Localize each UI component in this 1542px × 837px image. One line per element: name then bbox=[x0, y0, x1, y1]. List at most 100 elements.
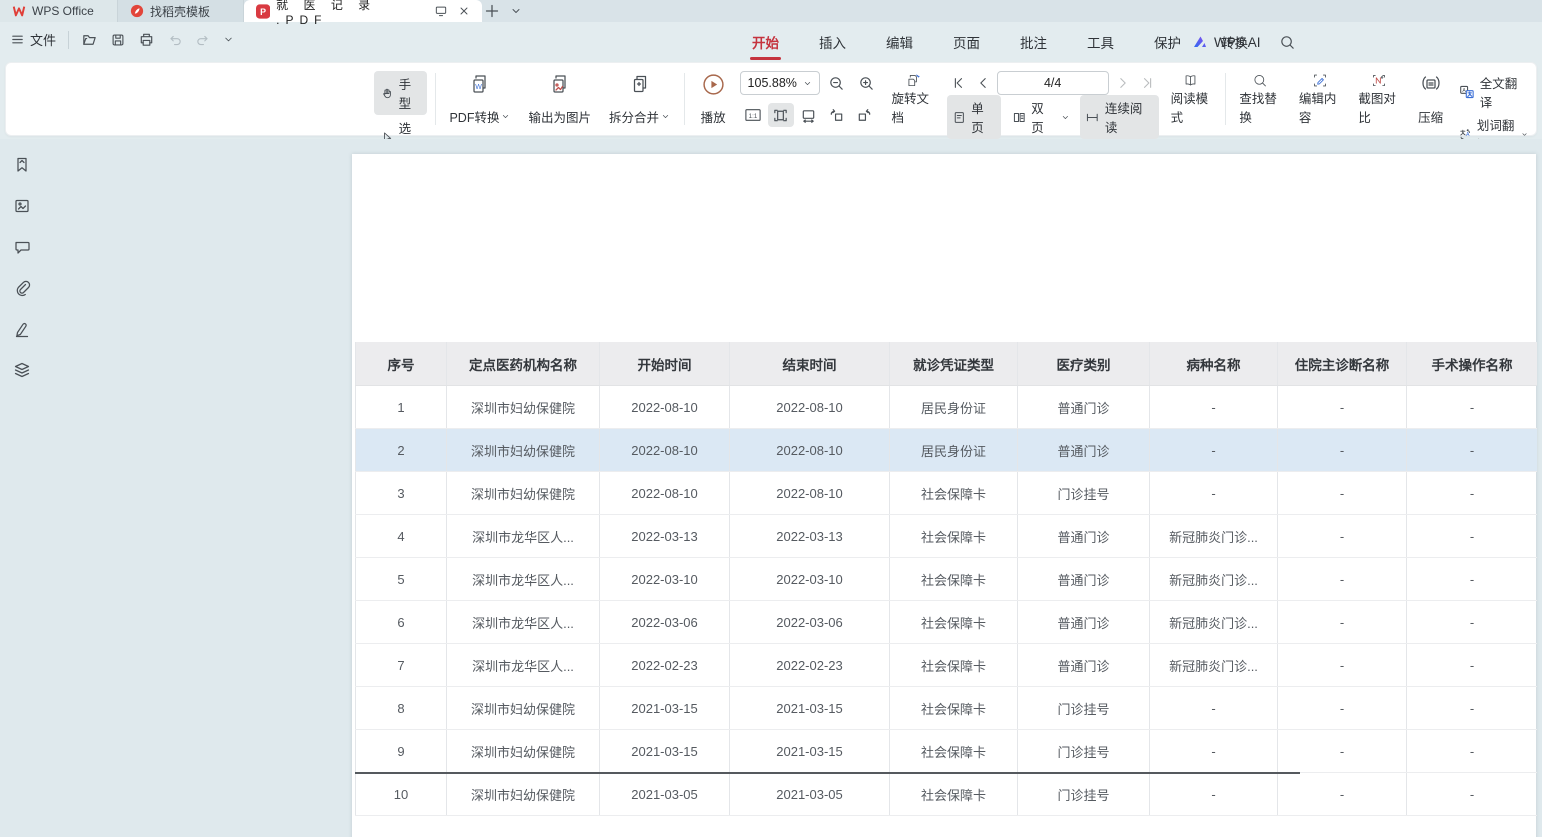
chevron-down-icon[interactable] bbox=[223, 34, 234, 45]
compress-button[interactable]: 压缩 bbox=[1412, 69, 1450, 129]
menu-tab-annotate[interactable]: 批注 bbox=[1000, 22, 1067, 62]
docer-logo-icon bbox=[130, 4, 144, 18]
redo-icon[interactable] bbox=[195, 32, 211, 48]
cell-institution: 深圳市龙华区人... bbox=[447, 558, 600, 600]
zoom-out-button[interactable] bbox=[824, 71, 850, 95]
cell-end-date: 2022-08-10 bbox=[730, 429, 890, 471]
zoom-out-icon bbox=[828, 75, 845, 92]
zoom-level-select[interactable]: 105.88% bbox=[740, 71, 820, 95]
find-replace-button[interactable]: 查找替换 bbox=[1233, 69, 1287, 129]
monitor-icon[interactable] bbox=[434, 4, 448, 18]
cell-end-date: 2022-03-13 bbox=[730, 515, 890, 557]
rotate-right-button[interactable] bbox=[852, 103, 878, 127]
fit-page-icon bbox=[772, 107, 789, 124]
edit-content-button[interactable]: 编辑内容 bbox=[1293, 69, 1347, 129]
column-header: 病种名称 bbox=[1150, 342, 1278, 385]
cell-disease-name: 新冠肺炎门诊... bbox=[1150, 558, 1278, 600]
cell-medical-category: 普通门诊 bbox=[1018, 515, 1150, 557]
actual-size-button[interactable]: 1:1 bbox=[740, 103, 766, 127]
menu-tab-protect[interactable]: 保护 bbox=[1134, 22, 1201, 62]
first-page-button[interactable] bbox=[947, 71, 969, 95]
tab-docer-templates[interactable]: 找稻壳模板 bbox=[118, 0, 244, 22]
screenshot-compare-button[interactable]: 截图对比 bbox=[1352, 69, 1406, 129]
cell-medical-category: 门诊挂号 bbox=[1018, 730, 1150, 772]
cell-institution: 深圳市妇幼保健院 bbox=[447, 730, 600, 772]
table-row: 4 深圳市龙华区人... 2022-03-13 2022-03-13 社会保障卡… bbox=[355, 515, 1537, 558]
cell-end-date: 2021-03-15 bbox=[730, 687, 890, 729]
attachment-paperclip-icon[interactable] bbox=[10, 276, 34, 300]
cell-medical-category: 普通门诊 bbox=[1018, 601, 1150, 643]
layers-icon[interactable] bbox=[10, 358, 34, 382]
tab-list-chevron-icon[interactable] bbox=[510, 5, 522, 17]
bookmark-icon[interactable] bbox=[10, 153, 34, 177]
new-tab-icon[interactable] bbox=[484, 3, 500, 19]
zoom-in-icon bbox=[858, 75, 875, 92]
wps-ai-button[interactable]: WPS AI bbox=[1192, 34, 1261, 50]
cell-institution: 深圳市妇幼保健院 bbox=[447, 773, 600, 815]
cell-diagnosis-name: - bbox=[1278, 386, 1407, 428]
tab-medical-record-pdf[interactable]: P 就 医 记 录 .PDF bbox=[244, 0, 482, 22]
signature-pen-icon[interactable] bbox=[10, 317, 34, 341]
print-icon[interactable] bbox=[138, 31, 155, 48]
cell-operation-name: - bbox=[1407, 558, 1537, 600]
last-page-button[interactable] bbox=[1137, 71, 1159, 95]
file-menu-button[interactable]: 文件 bbox=[10, 30, 56, 49]
menu-tab-insert[interactable]: 插入 bbox=[799, 22, 866, 62]
table-row: 2 深圳市妇幼保健院 2022-08-10 2022-08-10 居民身份证 普… bbox=[355, 429, 1537, 472]
rotate-left-button[interactable] bbox=[824, 103, 850, 127]
fit-width-button[interactable] bbox=[796, 103, 822, 127]
comment-icon[interactable] bbox=[10, 235, 34, 259]
menu-tab-home[interactable]: 开始 bbox=[732, 22, 799, 62]
close-icon[interactable] bbox=[458, 5, 470, 17]
single-page-icon bbox=[952, 110, 967, 125]
menu-tab-edit[interactable]: 编辑 bbox=[866, 22, 933, 62]
svg-text:P: P bbox=[260, 7, 266, 17]
thumbnail-image-icon[interactable] bbox=[10, 194, 34, 218]
open-folder-icon[interactable] bbox=[81, 31, 98, 48]
column-header: 开始时间 bbox=[600, 342, 730, 385]
save-icon[interactable] bbox=[110, 32, 126, 48]
pdf-convert-button[interactable]: W PDF转换 bbox=[443, 69, 516, 129]
tab-label: WPS Office bbox=[32, 4, 94, 18]
medical-records-table: 序号 定点医药机构名称 开始时间 结束时间 就诊凭证类型 医疗类别 病种名称 住… bbox=[355, 342, 1537, 816]
previous-page-button[interactable] bbox=[972, 71, 994, 95]
pdf-page[interactable]: 序号 定点医药机构名称 开始时间 结束时间 就诊凭证类型 医疗类别 病种名称 住… bbox=[352, 154, 1536, 837]
cell-medical-category: 普通门诊 bbox=[1018, 386, 1150, 428]
cell-start-date: 2021-03-15 bbox=[600, 730, 730, 772]
rotate-document-button[interactable]: 旋转文档 bbox=[886, 69, 941, 129]
cell-disease-name: 新冠肺炎门诊... bbox=[1150, 644, 1278, 686]
single-page-label: 单页 bbox=[971, 98, 995, 136]
cell-start-date: 2022-03-13 bbox=[600, 515, 730, 557]
undo-icon[interactable] bbox=[167, 32, 183, 48]
menu-tab-tools[interactable]: 工具 bbox=[1067, 22, 1134, 62]
split-merge-button[interactable]: 拆分合并 bbox=[603, 69, 676, 129]
menu-tab-page[interactable]: 页面 bbox=[933, 22, 1000, 62]
cell-seq: 8 bbox=[355, 687, 447, 729]
tab-wps-office[interactable]: WPS Office bbox=[0, 0, 118, 22]
search-icon[interactable] bbox=[1279, 34, 1296, 51]
read-mode-button[interactable]: 阅读模式 bbox=[1165, 69, 1217, 129]
fulltext-translate-button[interactable]: A 全文翻译 bbox=[1455, 71, 1532, 113]
continuous-read-button[interactable]: 连续阅读 bbox=[1080, 95, 1158, 139]
chevron-down-icon bbox=[661, 112, 670, 121]
cell-credential-type: 社会保障卡 bbox=[890, 515, 1018, 557]
hand-tool-button[interactable]: 手型 bbox=[374, 71, 427, 115]
column-header: 序号 bbox=[355, 342, 447, 385]
single-page-button[interactable]: 单页 bbox=[947, 95, 1001, 139]
rotate-document-icon bbox=[902, 73, 924, 88]
cell-diagnosis-name: - bbox=[1278, 773, 1407, 815]
page-number-input[interactable] bbox=[997, 71, 1109, 95]
svg-text:1:1: 1:1 bbox=[748, 113, 757, 120]
cell-start-date: 2022-08-10 bbox=[600, 472, 730, 514]
double-page-button[interactable]: 双页 bbox=[1007, 95, 1075, 139]
cell-institution: 深圳市龙华区人... bbox=[447, 644, 600, 686]
export-image-button[interactable]: 输出为图片 bbox=[522, 69, 597, 129]
cell-seq: 5 bbox=[355, 558, 447, 600]
fit-page-button[interactable] bbox=[768, 103, 794, 127]
cell-disease-name: - bbox=[1150, 730, 1278, 772]
zoom-level-value: 105.88% bbox=[748, 76, 797, 90]
cell-operation-name: - bbox=[1407, 515, 1537, 557]
next-page-button[interactable] bbox=[1112, 71, 1134, 95]
zoom-in-button[interactable] bbox=[854, 71, 880, 95]
play-button[interactable]: 播放 bbox=[693, 69, 734, 129]
